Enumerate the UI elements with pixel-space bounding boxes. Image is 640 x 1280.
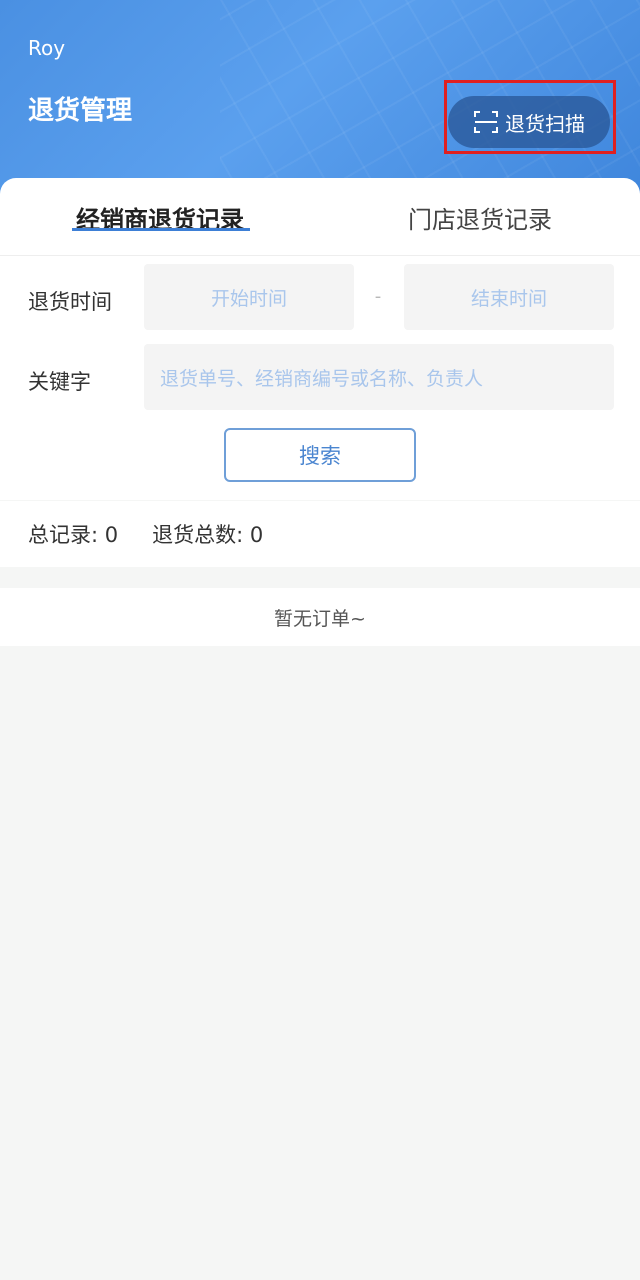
return-scan-button[interactable]: 退货扫描: [448, 96, 610, 148]
return-scan-label: 退货扫描: [505, 111, 585, 136]
tab-store-returns-label: 门店退货记录: [408, 205, 552, 234]
summary-bar: 总记录: 0 退货总数: 0: [0, 501, 640, 567]
start-time-placeholder: 开始时间: [210, 287, 287, 310]
total-returns: 退货总数: 0: [152, 523, 264, 547]
header-banner: Roy 退货管理 退货扫描: [0, 0, 640, 200]
keyword-label: 关键字: [28, 370, 91, 394]
user-name: Roy: [28, 36, 66, 60]
end-time-field[interactable]: 结束时间: [404, 264, 614, 330]
search-button[interactable]: 搜索: [224, 428, 416, 482]
keyword-search-input[interactable]: 退货单号、经销商编号或名称、负责人: [144, 344, 614, 410]
end-time-placeholder: 结束时间: [470, 287, 547, 310]
total-records: 总记录: 0: [28, 523, 119, 547]
start-time-field[interactable]: 开始时间: [144, 264, 354, 330]
tab-bar: 经销商退货记录 门店退货记录: [0, 178, 640, 256]
empty-state-message: 暂无订单~: [0, 588, 640, 646]
scan-icon: [473, 109, 499, 135]
page-title: 退货管理: [28, 96, 133, 126]
date-separator: -: [374, 286, 382, 307]
search-button-label: 搜索: [299, 444, 341, 468]
keyword-placeholder: 退货单号、经销商编号或名称、负责人: [160, 367, 484, 390]
return-time-label: 退货时间: [28, 290, 112, 314]
tab-dealer-returns[interactable]: 经销商退货记录: [0, 178, 320, 256]
filter-panel: 退货时间 开始时间 - 结束时间 关键字 退货单号、经销商编号或名称、负责人 搜…: [0, 256, 640, 500]
tab-store-returns[interactable]: 门店退货记录: [320, 178, 640, 256]
active-tab-indicator: [72, 228, 250, 231]
